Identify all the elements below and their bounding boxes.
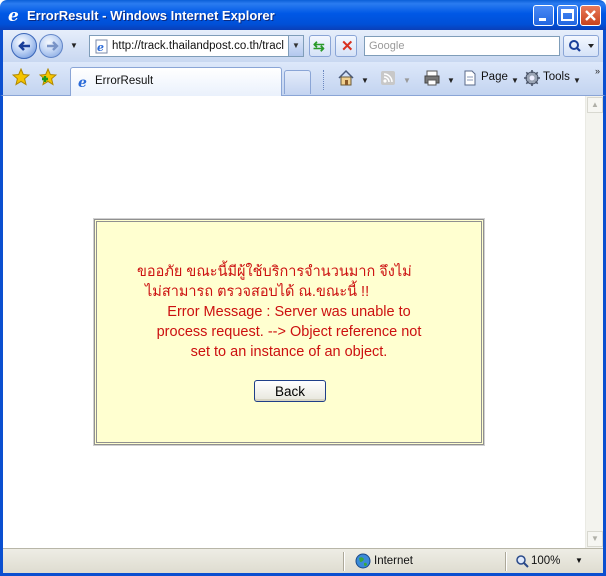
tab-label: ErrorResult: [95, 75, 154, 87]
print-icon[interactable]: [423, 69, 441, 87]
ie-logo-icon: e: [8, 6, 19, 24]
search-icon: [569, 40, 594, 52]
back-nav-button[interactable]: [11, 33, 37, 59]
window-title: ErrorResult - Windows Internet Explorer: [27, 8, 275, 23]
search-box[interactable]: Google: [364, 36, 560, 56]
tools-dropdown-icon[interactable]: ▼: [573, 76, 581, 85]
close-icon: [585, 10, 596, 21]
new-tab-button[interactable]: [284, 70, 311, 94]
search-input[interactable]: Google: [369, 40, 404, 52]
navigation-bar: ▼ e http://track.thailandpost.co.th/trac…: [0, 30, 606, 62]
zoom-magnifier-icon: [516, 555, 529, 568]
search-button[interactable]: [563, 35, 599, 57]
add-favorites-icon[interactable]: [39, 68, 57, 86]
svg-text:e: e: [97, 41, 104, 54]
recent-pages-dropdown-icon[interactable]: ▼: [70, 41, 78, 50]
scroll-up-icon[interactable]: ▲: [587, 97, 603, 113]
toolbar-divider: [323, 70, 324, 90]
vertical-scrollbar[interactable]: ▲ ▼: [585, 96, 603, 548]
error-panel: ขออภัย ขณะนี้มีผู้ใช้บริการจำนวนมาก จึงไ…: [93, 218, 485, 446]
minimize-icon: [539, 18, 546, 21]
command-bar: e ErrorResult ▼ ▼ ▼ Page ▼ Tools ▼ »: [0, 62, 606, 96]
home-icon[interactable]: [337, 69, 355, 87]
thai-unavailable-line: ไม่สามารถ ตรวจสอบได้ ณ.ขณะนี้ !!: [145, 284, 370, 300]
error-detail-line-2: process request. --> Object reference no…: [156, 324, 422, 340]
arrow-left-icon: [18, 41, 30, 51]
page-menu-icon: [464, 70, 476, 86]
security-zone[interactable]: Internet: [374, 555, 413, 567]
close-button[interactable]: [580, 5, 601, 26]
error-detail-line-3: set to an instance of an object.: [190, 344, 388, 360]
status-bar: Internet 100% ▼: [3, 548, 603, 573]
tab-errorresult[interactable]: e ErrorResult: [70, 67, 282, 96]
toolbar-overflow-icon[interactable]: »: [595, 66, 600, 76]
page-icon: e: [95, 39, 108, 54]
title-bar: e ErrorResult - Windows Internet Explore…: [0, 0, 606, 30]
stop-button[interactable]: ✕: [335, 35, 357, 57]
zoom-level[interactable]: 100%: [531, 555, 560, 567]
svg-text:e: e: [78, 75, 87, 89]
feeds-dropdown-icon[interactable]: ▼: [403, 76, 411, 85]
scroll-down-icon[interactable]: ▼: [587, 531, 603, 547]
svg-text:e: e: [8, 6, 19, 24]
address-input[interactable]: http://track.thailandpost.co.th/tracl: [112, 40, 284, 52]
ie-page-icon: e: [78, 75, 87, 89]
home-dropdown-icon[interactable]: ▼: [361, 76, 369, 85]
maximize-button[interactable]: [557, 5, 578, 26]
page-dropdown-icon[interactable]: ▼: [511, 76, 519, 85]
minimize-button[interactable]: [533, 5, 554, 26]
tools-menu[interactable]: Tools: [543, 71, 570, 83]
page-menu[interactable]: Page: [481, 71, 508, 83]
stop-icon: ✕: [341, 38, 354, 55]
refresh-icon: ⇆: [313, 38, 325, 54]
error-message: ขออภัย ขณะนี้มีผู้ใช้บริการจำนวนมาก จึงไ…: [97, 262, 481, 362]
back-button[interactable]: Back: [254, 380, 326, 402]
status-divider: [505, 552, 507, 571]
favorites-star-icon[interactable]: [12, 68, 30, 86]
address-bar[interactable]: e http://track.thailandpost.co.th/tracl …: [89, 35, 304, 57]
thai-apology-line: ขออภัย ขณะนี้มีผู้ใช้บริการจำนวนมาก จึงไ…: [137, 264, 412, 280]
status-divider: [343, 552, 345, 571]
feeds-icon[interactable]: [379, 69, 397, 87]
zoom-dropdown-icon[interactable]: ▼: [575, 556, 583, 565]
arrow-right-icon: [47, 41, 59, 51]
error-detail-line-1: Error Message : Server was unable to: [167, 304, 411, 320]
internet-globe-icon: [355, 553, 371, 569]
print-dropdown-icon[interactable]: ▼: [447, 76, 455, 85]
tools-gear-icon: [524, 70, 540, 86]
forward-nav-button[interactable]: [39, 34, 63, 58]
maximize-icon: [561, 9, 574, 21]
address-dropdown-icon[interactable]: ▼: [288, 36, 303, 56]
refresh-button[interactable]: ⇆: [309, 35, 331, 57]
